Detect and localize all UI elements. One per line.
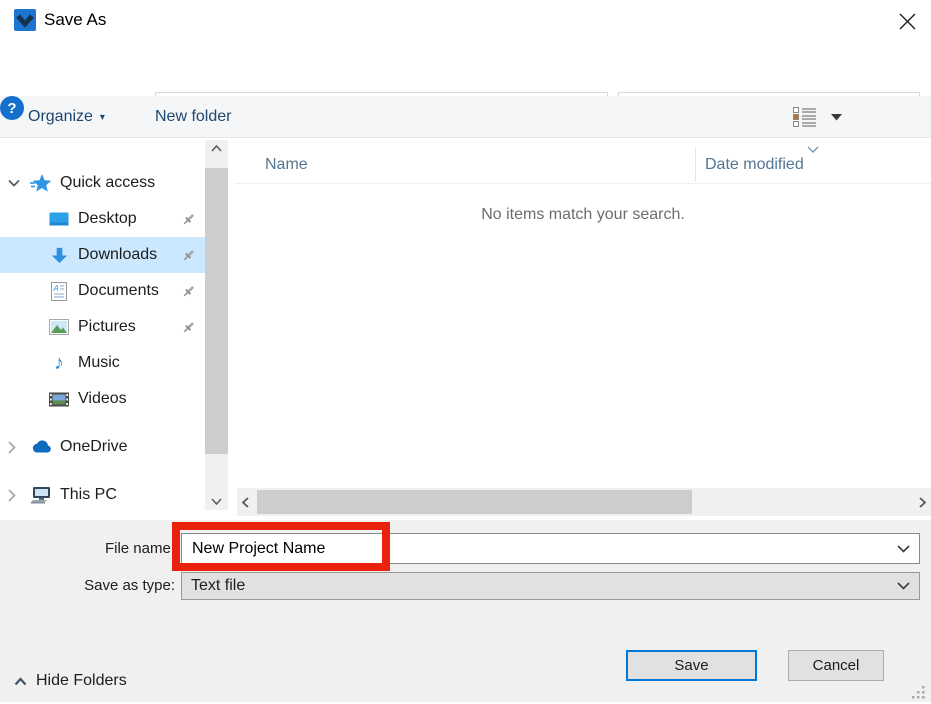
change-view-button[interactable] xyxy=(793,96,817,138)
horizontal-scrollbar[interactable] xyxy=(237,488,931,516)
onedrive-icon xyxy=(30,439,52,455)
save-button-label: Save xyxy=(674,657,708,674)
save-as-type-value: Text file xyxy=(182,577,897,595)
videos-icon xyxy=(48,392,70,407)
sidebar-item-label: This PC xyxy=(60,486,117,504)
chevron-expanded-icon[interactable] xyxy=(8,179,22,187)
sidebar-item-music[interactable]: ♪ Music xyxy=(0,345,205,381)
file-list: Name Date modified No items match your s… xyxy=(235,138,931,520)
sidebar-item-label: Quick access xyxy=(60,174,155,192)
pin-icon xyxy=(181,320,196,335)
sidebar-item-label: Downloads xyxy=(78,246,157,264)
navigation-pane: Quick access Desktop Downloads xyxy=(0,138,205,520)
resize-grip-icon xyxy=(912,686,926,700)
scroll-up-button[interactable] xyxy=(205,140,228,157)
chevron-left-icon xyxy=(242,497,249,508)
scrollbar-thumb[interactable] xyxy=(205,168,228,454)
cancel-button[interactable]: Cancel xyxy=(788,650,884,681)
navigation-bar: This PC Downloads ↻ xyxy=(0,40,931,96)
organize-button[interactable]: Organize ▾ xyxy=(28,96,105,138)
resize-grip[interactable] xyxy=(912,686,926,704)
empty-list-message: No items match your search. xyxy=(235,206,931,224)
save-button[interactable]: Save xyxy=(626,650,757,681)
scroll-left-button[interactable] xyxy=(237,488,254,516)
chevron-up-icon xyxy=(211,145,222,152)
sidebar-item-quick-access[interactable]: Quick access xyxy=(0,165,205,201)
file-name-label: File name: xyxy=(0,533,175,564)
scroll-down-button[interactable] xyxy=(205,493,228,510)
chevron-down-icon xyxy=(897,582,910,590)
new-folder-button[interactable]: New folder xyxy=(155,96,231,138)
new-folder-label: New folder xyxy=(155,108,231,126)
sidebar-scrollbar[interactable] xyxy=(205,140,228,510)
title-bar: Save As xyxy=(0,0,931,40)
close-button[interactable] xyxy=(893,7,921,35)
save-as-type-label: Save as type: xyxy=(0,572,175,600)
sidebar-item-this-pc[interactable]: This PC xyxy=(0,477,205,513)
chevron-down-icon xyxy=(897,545,910,553)
save-form-panel: File name: Save as type: Text file Hide … xyxy=(0,520,931,702)
svg-text:A: A xyxy=(53,284,59,293)
sidebar-item-label: Videos xyxy=(78,390,127,408)
sidebar-item-videos[interactable]: Videos xyxy=(0,381,205,417)
chevron-down-icon xyxy=(807,146,819,153)
view-options-caret[interactable] xyxy=(831,96,842,138)
file-name-dropdown-button[interactable] xyxy=(897,545,910,553)
sidebar-item-onedrive[interactable]: OneDrive xyxy=(0,429,205,465)
chevron-right-icon xyxy=(919,497,926,508)
scrollbar-thumb[interactable] xyxy=(257,490,692,514)
column-header-date-modified[interactable]: Date modified xyxy=(705,146,804,184)
pin-icon xyxy=(181,248,196,263)
sidebar-item-label: Documents xyxy=(78,282,159,300)
sidebar-item-desktop[interactable]: Desktop xyxy=(0,201,205,237)
save-as-type-select[interactable]: Text file xyxy=(181,572,920,600)
sidebar-item-documents[interactable]: A Documents xyxy=(0,273,205,309)
sidebar-item-label: OneDrive xyxy=(60,438,128,456)
pictures-icon xyxy=(48,319,70,335)
question-mark-icon: ? xyxy=(7,100,16,117)
this-pc-icon xyxy=(30,486,52,504)
save-as-dialog: Save As This PC Do xyxy=(0,0,931,702)
desktop-icon xyxy=(48,212,70,227)
sort-filter-button[interactable] xyxy=(807,140,819,158)
help-button[interactable]: ? xyxy=(0,96,24,120)
cancel-button-label: Cancel xyxy=(813,657,860,674)
music-icon: ♪ xyxy=(48,353,70,373)
chevron-up-icon xyxy=(14,677,27,686)
column-divider[interactable] xyxy=(695,148,696,182)
organize-label: Organize xyxy=(28,108,93,126)
sidebar-item-label: Music xyxy=(78,354,120,372)
chevron-down-icon: ▾ xyxy=(100,112,105,123)
window-title: Save As xyxy=(44,0,106,40)
scroll-right-button[interactable] xyxy=(914,488,931,516)
app-logo-icon xyxy=(14,9,36,31)
list-header: Name Date modified xyxy=(235,146,931,184)
pin-icon xyxy=(181,284,196,299)
quick-access-star-icon xyxy=(30,173,52,193)
documents-icon: A xyxy=(48,282,70,301)
chevron-collapsed-icon[interactable] xyxy=(8,441,22,454)
sidebar-item-pictures[interactable]: Pictures xyxy=(0,309,205,345)
chevron-down-icon xyxy=(211,498,222,505)
command-toolbar: Organize ▾ New folder ? xyxy=(0,96,931,138)
sidebar-item-label: Desktop xyxy=(78,210,137,228)
column-header-name[interactable]: Name xyxy=(265,146,308,184)
sidebar-item-label: Pictures xyxy=(78,318,136,336)
downloads-icon xyxy=(48,246,70,265)
sidebar-item-downloads[interactable]: Downloads xyxy=(0,237,205,273)
chevron-collapsed-icon[interactable] xyxy=(8,489,22,502)
hide-folders-button[interactable]: Hide Folders xyxy=(14,668,127,694)
chevron-down-icon xyxy=(831,114,842,121)
hide-folders-label: Hide Folders xyxy=(36,672,127,690)
details-view-icon xyxy=(793,107,817,128)
close-icon xyxy=(899,13,916,30)
file-name-input[interactable] xyxy=(182,540,897,558)
file-name-combobox xyxy=(181,533,920,564)
content-area: Quick access Desktop Downloads xyxy=(0,138,931,520)
pin-icon xyxy=(181,212,196,227)
